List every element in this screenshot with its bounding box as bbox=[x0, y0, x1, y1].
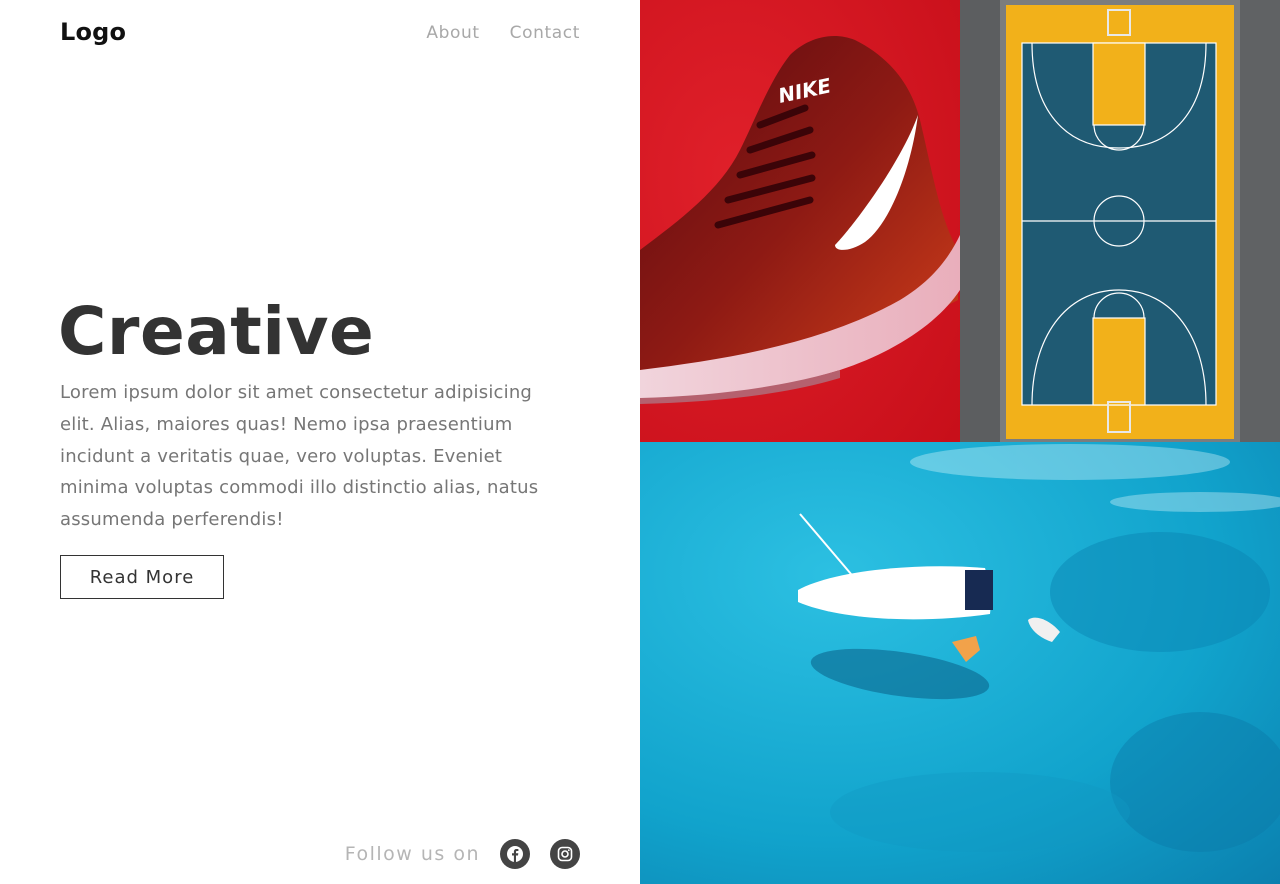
nav-link-contact[interactable]: Contact bbox=[510, 23, 580, 43]
main-nav: About Contact bbox=[426, 23, 580, 43]
logo[interactable]: Logo bbox=[60, 18, 126, 46]
follow-label: Follow us on bbox=[344, 843, 480, 865]
sneaker-photo: NIKE bbox=[640, 0, 960, 442]
read-more-button[interactable]: Read More bbox=[60, 555, 224, 599]
facebook-icon[interactable] bbox=[500, 839, 530, 869]
follow-us: Follow us on bbox=[345, 839, 580, 869]
basketball-court-photo bbox=[960, 0, 1280, 442]
sailboat-sea-photo bbox=[640, 442, 1280, 884]
instagram-icon[interactable] bbox=[550, 839, 580, 869]
hero-description: Lorem ipsum dolor sit amet consectetur a… bbox=[60, 382, 539, 531]
image-gallery: NIKE bbox=[640, 0, 1280, 884]
hero-title: Creative bbox=[58, 293, 375, 370]
left-panel: Logo About Contact Creative Lorem ipsum … bbox=[0, 0, 640, 884]
nav-link-about[interactable]: About bbox=[426, 23, 479, 43]
